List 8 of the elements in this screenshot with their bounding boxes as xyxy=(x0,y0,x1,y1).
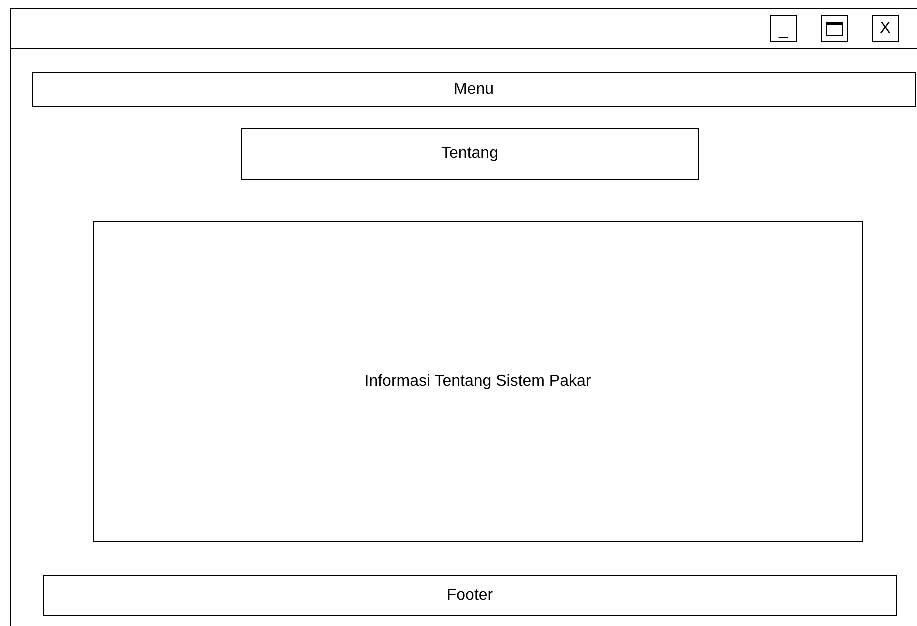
maximize-button[interactable] xyxy=(821,15,848,42)
menu-bar[interactable]: Menu xyxy=(32,72,916,107)
footer-bar: Footer xyxy=(43,575,897,616)
minimize-button[interactable]: _ xyxy=(770,15,797,42)
close-button[interactable]: X xyxy=(872,15,899,42)
content-panel: Informasi Tentang Sistem Pakar xyxy=(93,221,863,542)
page-heading: Tentang xyxy=(241,128,699,180)
maximize-icon xyxy=(826,22,843,36)
